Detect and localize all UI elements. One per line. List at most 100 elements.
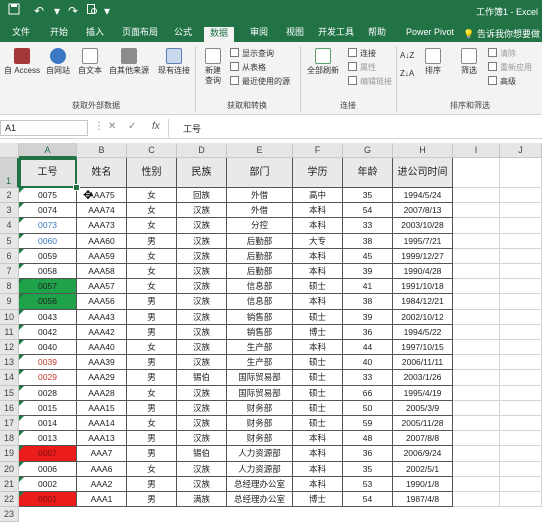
table-cell[interactable] xyxy=(500,218,542,234)
table-cell[interactable]: 2002/5/1 xyxy=(393,461,453,477)
header-cell[interactable]: 学历 xyxy=(293,158,343,188)
table-cell[interactable]: 0013 xyxy=(19,431,77,447)
table-cell[interactable]: 男 xyxy=(127,233,177,249)
table-cell[interactable]: 男 xyxy=(127,370,177,386)
table-cell[interactable] xyxy=(500,400,542,416)
row-header[interactable]: 8 xyxy=(0,279,19,295)
table-cell[interactable] xyxy=(500,324,542,340)
row-header[interactable]: 16 xyxy=(0,400,19,416)
table-cell[interactable]: 女 xyxy=(127,248,177,264)
table-cell[interactable]: 33 xyxy=(343,370,393,386)
table-cell[interactable]: 本科 xyxy=(293,248,343,264)
table-cell[interactable] xyxy=(500,370,542,386)
table-cell[interactable] xyxy=(500,294,542,310)
tab-4[interactable]: 公式 xyxy=(168,25,198,42)
table-cell[interactable]: 1995/7/21 xyxy=(393,233,453,249)
table-cell[interactable]: 41 xyxy=(343,279,393,295)
table-cell[interactable]: 男 xyxy=(127,446,177,462)
row-header[interactable]: 22 xyxy=(0,492,19,508)
table-cell[interactable] xyxy=(453,309,500,325)
header-cell[interactable]: 民族 xyxy=(177,158,227,188)
table-cell[interactable]: 0028 xyxy=(19,385,77,401)
header-cell[interactable]: 姓名 xyxy=(77,158,127,188)
table-cell[interactable]: 0043 xyxy=(19,309,77,325)
column-header[interactable]: I xyxy=(453,143,500,158)
row-header[interactable]: 10 xyxy=(0,309,19,325)
enter-icon[interactable]: ✓ xyxy=(128,121,136,132)
table-cell[interactable]: 信息部 xyxy=(227,294,293,310)
table-cell[interactable]: 硕士 xyxy=(293,370,343,386)
table-cell[interactable]: 生产部 xyxy=(227,355,293,371)
cancel-icon[interactable]: ✕ xyxy=(108,121,116,132)
table-cell[interactable]: 1997/10/15 xyxy=(393,340,453,356)
table-cell[interactable]: 人力资源部 xyxy=(227,461,293,477)
table-cell[interactable] xyxy=(453,233,500,249)
table-cell[interactable]: 0006 xyxy=(19,461,77,477)
table-cell[interactable]: 国际贸易部 xyxy=(227,370,293,386)
table-cell[interactable]: 国际贸易部 xyxy=(227,385,293,401)
advanced-filter-button[interactable]: 高级 xyxy=(488,76,516,88)
table-cell[interactable] xyxy=(453,218,500,234)
table-cell[interactable]: 硕士 xyxy=(293,309,343,325)
row-header[interactable]: 21 xyxy=(0,476,19,492)
column-header[interactable]: J xyxy=(500,143,542,158)
select-all-corner[interactable] xyxy=(0,143,19,158)
row-header[interactable]: 18 xyxy=(0,431,19,447)
table-cell[interactable]: 女 xyxy=(127,279,177,295)
table-cell[interactable]: 生产部 xyxy=(227,340,293,356)
table-cell[interactable]: 硕士 xyxy=(293,385,343,401)
filter-button[interactable]: 筛选 xyxy=(456,48,482,76)
table-cell[interactable]: 0029 xyxy=(19,370,77,386)
row-header[interactable]: 2 xyxy=(0,188,19,204)
row-header[interactable]: 23 xyxy=(0,507,19,522)
table-cell[interactable]: 男 xyxy=(127,324,177,340)
header-cell[interactable]: 工号 xyxy=(19,158,77,188)
table-cell[interactable]: AAA42 xyxy=(77,324,127,340)
table-cell[interactable]: 0074 xyxy=(19,203,77,219)
column-header[interactable]: E xyxy=(227,143,293,158)
table-cell[interactable]: 后勤部 xyxy=(227,233,293,249)
tab-6[interactable]: 审阅 xyxy=(244,25,274,42)
table-cell[interactable]: 2007/8/13 xyxy=(393,203,453,219)
table-cell[interactable]: 大专 xyxy=(293,233,343,249)
table-cell[interactable]: 0073 xyxy=(19,218,77,234)
table-cell[interactable]: 男 xyxy=(127,400,177,416)
table-cell[interactable]: 本科 xyxy=(293,461,343,477)
table-cell[interactable]: 汉族 xyxy=(177,385,227,401)
table-cell[interactable]: 硕士 xyxy=(293,400,343,416)
row-header[interactable]: 6 xyxy=(0,248,19,264)
table-cell[interactable]: 0075 xyxy=(19,188,77,204)
header-cell[interactable]: 性别 xyxy=(127,158,177,188)
table-cell[interactable]: 2006/11/11 xyxy=(393,355,453,371)
table-cell[interactable]: 0059 xyxy=(19,248,77,264)
table-cell[interactable]: 45 xyxy=(343,248,393,264)
clear-filter-button[interactable]: 清除 xyxy=(488,48,516,60)
table-cell[interactable]: 外借 xyxy=(227,188,293,204)
table-cell[interactable]: 48 xyxy=(343,431,393,447)
table-cell[interactable]: AAA29 xyxy=(77,370,127,386)
table-cell[interactable]: 2006/9/24 xyxy=(393,446,453,462)
table-cell[interactable]: 1994/5/24 xyxy=(393,188,453,204)
sort-button[interactable]: 排序 xyxy=(420,48,446,76)
row-header[interactable]: 9 xyxy=(0,294,19,310)
table-cell[interactable] xyxy=(453,492,500,508)
table-cell[interactable] xyxy=(453,264,500,280)
table-cell[interactable]: 1995/4/19 xyxy=(393,385,453,401)
table-cell[interactable]: 53 xyxy=(343,476,393,492)
table-cell[interactable]: AAA73 xyxy=(77,218,127,234)
fill-handle[interactable] xyxy=(73,184,80,191)
table-cell[interactable] xyxy=(453,188,500,204)
table-cell[interactable]: 35 xyxy=(343,188,393,204)
table-cell[interactable]: 汉族 xyxy=(177,233,227,249)
table-cell[interactable]: 0040 xyxy=(19,340,77,356)
table-cell[interactable]: 33 xyxy=(343,218,393,234)
table-cell[interactable]: 外借 xyxy=(227,203,293,219)
table-cell[interactable]: 硕士 xyxy=(293,355,343,371)
table-cell[interactable] xyxy=(453,416,500,432)
print-preview-icon[interactable] xyxy=(86,3,98,19)
edit-links-button[interactable]: 编辑链接 xyxy=(348,76,392,88)
table-cell[interactable]: 2005/3/9 xyxy=(393,400,453,416)
row-header[interactable]: 15 xyxy=(0,385,19,401)
table-cell[interactable]: 后勤部 xyxy=(227,248,293,264)
table-cell[interactable]: AAA59 xyxy=(77,248,127,264)
